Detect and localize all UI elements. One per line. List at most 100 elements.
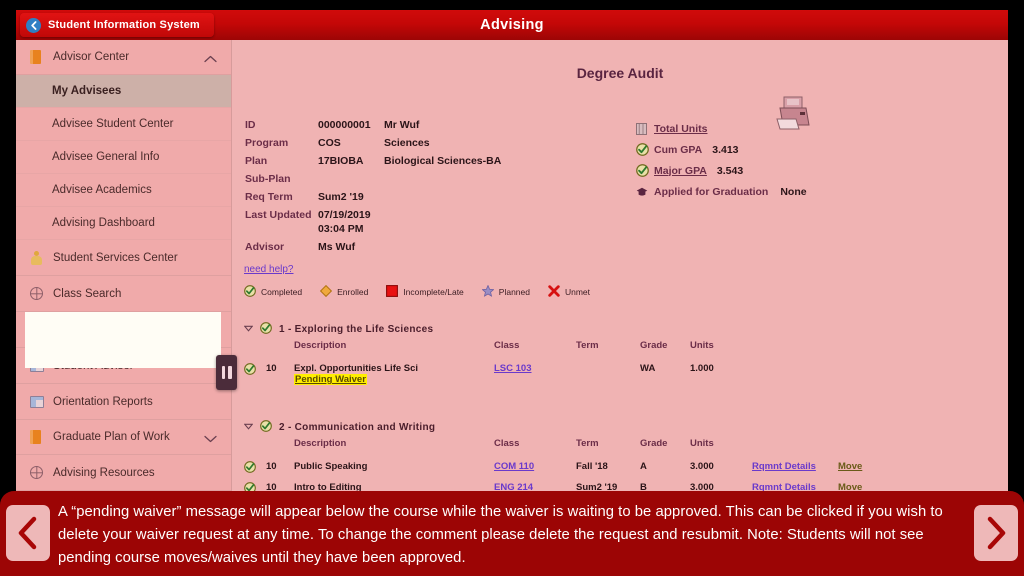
legend-label: Completed [261, 287, 303, 297]
col-rqmt [752, 438, 838, 458]
pause-bar-left [221, 366, 225, 379]
completed-check-icon [260, 420, 272, 435]
col-units: Units [690, 438, 714, 449]
pause-bar-right [228, 366, 232, 379]
legend-label: Planned [498, 287, 530, 297]
back-chevron-icon[interactable] [26, 17, 41, 33]
row-units: 3.000 [690, 461, 714, 472]
requirement-table: Description Class Term Grade Units 10 Expl. Op… [244, 340, 888, 388]
sidebar-item-my-advisees[interactable]: My Advisees [16, 75, 231, 108]
sidebar-item-label: Advisee General Info [52, 151, 160, 163]
page-title: Degree Audit [576, 65, 664, 81]
student-info-table: ID 000000001 Mr Wuf Program COS Sciences Plan 1… [245, 116, 501, 256]
row-number: 10 [266, 363, 277, 374]
info-value-primary: Sum2 '19 [318, 191, 364, 203]
student-info-row: Last Updated 07/19/2019 03:04 PM [245, 206, 501, 238]
row-term: Fall '18 [576, 461, 608, 472]
class-link[interactable]: COM 110 [494, 461, 534, 472]
stat-label[interactable]: Total Units [654, 123, 707, 135]
chevron-down-icon[interactable] [204, 434, 217, 446]
app-window: Student Information System Advising Advi… [16, 10, 1008, 497]
rqmnt-details-link[interactable]: Rqmnt Details [752, 461, 816, 472]
stat-label[interactable]: Major GPA [654, 165, 707, 177]
caption-text: A “pending waiver” message will appear b… [58, 504, 943, 566]
info-label: Sub-Plan [245, 173, 291, 185]
chevron-left-icon [18, 516, 37, 550]
next-button[interactable] [974, 505, 1018, 561]
legend-item: Unmet [548, 285, 590, 299]
sidebar-nav[interactable]: Advisor Center My Advisees Advisee Student… [16, 40, 232, 497]
caption-bar: A “pending waiver” message will appear b… [0, 491, 1024, 576]
row-units: 1.000 [690, 363, 714, 374]
col-class: Class [494, 340, 520, 351]
completed-check-icon [244, 360, 266, 388]
requirement-table: Description Class Term Grade Units 10 Public S… [244, 438, 888, 497]
triangle-down-icon[interactable] [243, 324, 254, 335]
legend-item: Enrolled [320, 284, 369, 299]
sidebar-item-advising-resources[interactable]: Advising Resources [16, 455, 231, 491]
pending-waiver-link[interactable]: Pending Waiver [294, 374, 367, 385]
sidebar-item-label: Advising Resources [53, 466, 155, 479]
sidebar-item-advisor-center[interactable]: Advisor Center [16, 40, 231, 75]
student-info-row: ID 000000001 Mr Wuf [245, 116, 501, 134]
need-help-link[interactable]: need help? [244, 264, 294, 275]
row-description: Expl. Opportunities Life Sci [294, 363, 419, 374]
col-term: Term [576, 438, 599, 449]
row-grade: A [640, 461, 647, 472]
col-class: Class [494, 438, 520, 449]
row-description: Public Speaking [294, 461, 368, 472]
legend-item: Completed [244, 285, 302, 299]
info-value-primary [318, 170, 384, 188]
legend-label: Incomplete/Late [403, 287, 464, 297]
sidebar-item-label: My Advisees [52, 85, 122, 97]
legend-label: Enrolled [337, 287, 369, 297]
requirement-section-header[interactable]: 1 - Exploring the Life Sciences [243, 322, 433, 337]
book-icon [30, 430, 48, 444]
requirement-section-header[interactable]: 2 - Communication and Writing [243, 420, 435, 435]
sidebar-item-advisee-academics[interactable]: Advisee Academics [16, 174, 231, 207]
triangle-down-icon[interactable] [243, 422, 254, 433]
info-value-primary: 000000001 [318, 119, 371, 131]
info-value-secondary [384, 170, 501, 188]
sidebar-item-orientation-reports[interactable]: Orientation Reports [16, 384, 231, 420]
student-info-row: Advisor Ms Wuf [245, 238, 501, 256]
completed-icon [636, 143, 654, 156]
info-label: ID [245, 119, 256, 131]
sidebar-item-advisee-student-center[interactable]: Advisee Student Center [16, 108, 231, 141]
move-link[interactable]: Move [838, 461, 862, 472]
col-status [244, 438, 266, 458]
prev-button[interactable] [6, 505, 50, 561]
sidebar-item-label: Advisee Academics [52, 184, 152, 196]
person-icon [30, 250, 48, 265]
planned-star-icon [481, 284, 495, 299]
incomplete-square-icon [386, 285, 399, 299]
col-rqmt [752, 340, 838, 360]
row-number: 10 [266, 461, 277, 472]
student-info-row: Plan 17BIOBA Biological Sciences-BA [245, 152, 501, 170]
brand-label: Student Information System [48, 19, 200, 31]
stat-label: Applied for Graduation [654, 185, 769, 198]
sidebar-item-student-services-center[interactable]: Student Services Center [16, 240, 231, 276]
completed-check-icon [244, 458, 266, 479]
sidebar-item-advisee-general-info[interactable]: Advisee General Info [16, 141, 231, 174]
sidebar-item-class-search[interactable]: Class Search [16, 276, 231, 312]
sidebar-item-label: Advising Dashboard [52, 217, 155, 229]
col-num [266, 340, 294, 360]
col-description: Description [294, 438, 347, 449]
unmet-x-icon [548, 285, 560, 299]
chevron-up-icon[interactable] [204, 54, 217, 66]
sidebar-item-graduate-plan-of-work[interactable]: Graduate Plan of Work [16, 420, 231, 455]
brand-back-button[interactable]: Student Information System [20, 13, 214, 37]
chevron-right-icon [987, 516, 1006, 550]
diamond-icon [636, 187, 654, 197]
info-label: Advisor [245, 241, 285, 253]
sidebar-item-advising-dashboard[interactable]: Advising Dashboard [16, 207, 231, 240]
col-grade: Grade [640, 438, 668, 449]
table-row: 10 Public Speaking COM 110 Fall '18 A 3.000 Rq… [244, 458, 888, 479]
status-legend: Completed Enrolled Incomplete/Late Planned U… [244, 284, 590, 299]
class-link[interactable]: LSC 103 [494, 363, 532, 374]
row-grade: WA [640, 363, 656, 374]
globe-icon [30, 287, 48, 300]
pause-icon[interactable] [216, 355, 237, 390]
completed-check-icon [244, 285, 256, 299]
